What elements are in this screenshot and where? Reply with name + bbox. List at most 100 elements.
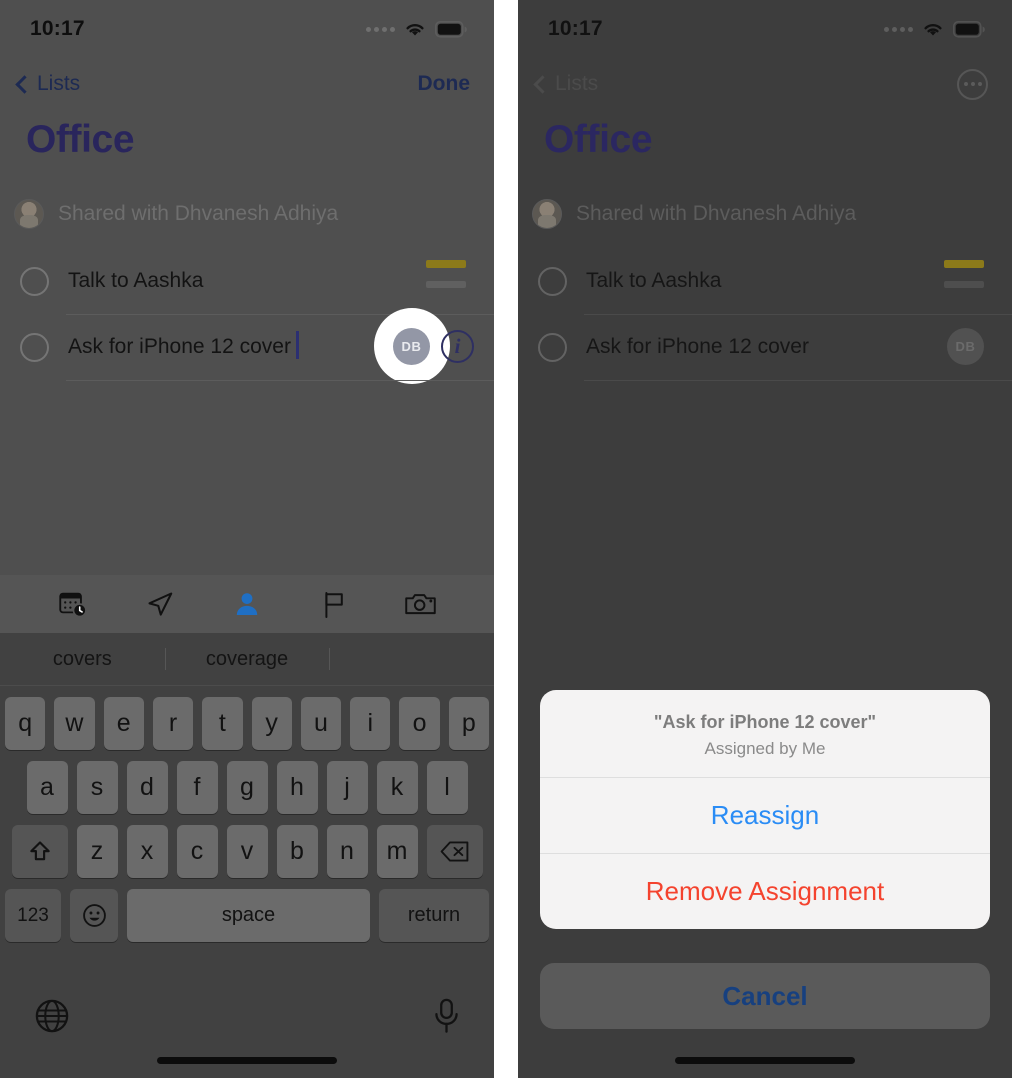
list-item[interactable]: Ask for iPhone 12 cover DB [518, 314, 1012, 380]
complete-circle-icon[interactable] [20, 266, 49, 296]
space-key[interactable]: space [127, 889, 370, 942]
panel-gap [494, 0, 518, 1078]
key-e[interactable]: e [103, 697, 144, 750]
shared-with-label: Shared with Dhvanesh Adhiya [58, 202, 339, 225]
status-bar: 10:17 [518, 0, 1012, 58]
quick-actions-toolbar [0, 575, 494, 633]
suggestion-item[interactable]: covers [0, 648, 165, 671]
wifi-icon [924, 24, 942, 36]
suggestion-item[interactable]: coverage [165, 648, 330, 671]
complete-circle-icon[interactable] [20, 332, 49, 362]
reassign-button[interactable]: Reassign [540, 777, 990, 853]
key-a[interactable]: a [26, 761, 68, 814]
reminder-title-text: Ask for iPhone 12 cover [68, 335, 291, 358]
backspace-icon[interactable] [426, 825, 483, 878]
key-h[interactable]: h [276, 761, 318, 814]
person-icon[interactable] [225, 584, 269, 624]
avatar [532, 199, 562, 229]
key-p[interactable]: p [448, 697, 489, 750]
status-bar-time: 10:17 [30, 17, 85, 40]
emoji-smiley-icon[interactable] [70, 889, 118, 942]
status-bar: 10:17 [0, 0, 494, 58]
done-button[interactable]: Done [418, 72, 471, 96]
key-x[interactable]: x [126, 825, 168, 878]
list-item[interactable]: Talk to Aashka [0, 248, 494, 314]
numbers-key[interactable]: 123 [5, 889, 61, 942]
key-z[interactable]: z [76, 825, 118, 878]
navigation-bar: Lists [518, 58, 1012, 110]
key-t[interactable]: t [202, 697, 243, 750]
remove-assignment-button[interactable]: Remove Assignment [540, 853, 990, 929]
keyboard-row-3: z x c v b n m [0, 825, 494, 878]
home-indicator[interactable] [675, 1057, 855, 1064]
assignee-avatar-button[interactable]: DB [393, 328, 430, 365]
key-m[interactable]: m [376, 825, 418, 878]
list-item[interactable]: Ask for iPhone 12 cover DB i [0, 308, 494, 384]
reminder-info-button[interactable]: i [441, 330, 474, 363]
key-q[interactable]: q [5, 697, 46, 750]
complete-circle-icon[interactable] [538, 332, 567, 362]
flag-icon[interactable] [312, 584, 356, 624]
keyboard-bottom-bar [0, 988, 494, 1048]
reminder-list: Talk to Aashka Ask for iPhone 12 cover D… [0, 248, 494, 384]
key-f[interactable]: f [176, 761, 218, 814]
assignee-avatar-button[interactable]: DB [947, 328, 984, 365]
reminder-title: Talk to Aashka [68, 269, 204, 292]
wifi-icon [406, 24, 424, 36]
due-tag-fragment [944, 260, 984, 288]
left-phone-screen: 10:17 Lists Done Office Shared with Dhva… [0, 0, 494, 1078]
key-l[interactable]: l [426, 761, 468, 814]
key-w[interactable]: w [54, 697, 95, 750]
shared-with-label: Shared with Dhvanesh Adhiya [576, 202, 857, 225]
home-indicator[interactable] [157, 1057, 337, 1064]
status-bar-time: 10:17 [548, 17, 603, 40]
key-c[interactable]: c [176, 825, 218, 878]
back-to-lists-button[interactable]: Lists [532, 72, 598, 96]
chevron-left-icon [533, 74, 552, 94]
globe-icon[interactable] [34, 998, 70, 1039]
key-n[interactable]: n [326, 825, 368, 878]
key-b[interactable]: b [276, 825, 318, 878]
status-bar-indicators [366, 20, 468, 38]
shared-with-row[interactable]: Shared with Dhvanesh Adhiya [532, 188, 1012, 240]
battery-icon [953, 20, 985, 38]
list-item[interactable]: Talk to Aashka [518, 248, 1012, 314]
key-v[interactable]: v [226, 825, 268, 878]
status-bar-indicators [884, 20, 986, 38]
location-arrow-icon[interactable] [138, 584, 182, 624]
camera-icon[interactable] [399, 584, 443, 624]
chevron-left-icon [15, 74, 34, 94]
key-j[interactable]: j [326, 761, 368, 814]
key-y[interactable]: y [251, 697, 292, 750]
screenshot-stage: 10:17 Lists Done Office Shared with Dhva… [0, 0, 1012, 1078]
return-key[interactable]: return [379, 889, 489, 942]
key-r[interactable]: r [152, 697, 194, 750]
action-sheet-subtitle: Assigned by Me [704, 739, 826, 758]
cancel-button[interactable]: Cancel [540, 963, 990, 1029]
key-d[interactable]: d [126, 761, 168, 814]
action-sheet-header: "Ask for iPhone 12 cover" Assigned by Me [540, 690, 990, 777]
back-to-lists-button[interactable]: Lists [14, 72, 80, 96]
battery-icon [435, 20, 467, 38]
reminder-list: Talk to Aashka Ask for iPhone 12 cover D… [518, 248, 1012, 381]
calendar-clock-icon[interactable] [51, 584, 95, 624]
key-i[interactable]: i [350, 697, 391, 750]
microphone-icon[interactable] [433, 998, 460, 1039]
shared-with-row[interactable]: Shared with Dhvanesh Adhiya [14, 188, 494, 240]
key-s[interactable]: s [76, 761, 118, 814]
key-o[interactable]: o [399, 697, 440, 750]
key-u[interactable]: u [300, 697, 342, 750]
reminder-title: Ask for iPhone 12 cover [68, 331, 299, 359]
on-screen-keyboard: covers coverage q w e r t y u i o p a s … [0, 633, 494, 1078]
action-sheet-title: "Ask for iPhone 12 cover" [653, 712, 877, 732]
key-k[interactable]: k [376, 761, 418, 814]
text-cursor [295, 331, 299, 359]
complete-circle-icon[interactable] [538, 266, 567, 296]
ellipsis-circle-icon[interactable] [957, 68, 988, 100]
reminder-title: Ask for iPhone 12 cover [586, 335, 809, 358]
action-sheet: "Ask for iPhone 12 cover" Assigned by Me… [540, 690, 990, 929]
key-g[interactable]: g [226, 761, 268, 814]
keyboard-row-1: q w e r t y u i o p [0, 697, 494, 750]
back-button-label: Lists [555, 72, 599, 95]
shift-up-icon[interactable] [11, 825, 68, 878]
